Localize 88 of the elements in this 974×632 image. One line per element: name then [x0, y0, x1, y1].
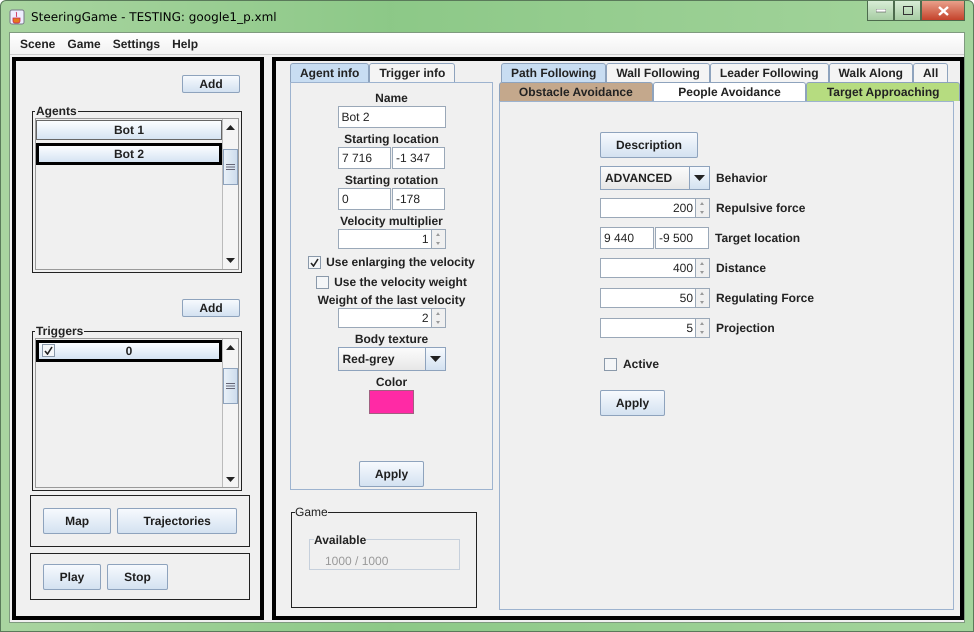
number-field[interactable]: 0: [338, 188, 391, 210]
up-arrow-icon[interactable]: [226, 344, 235, 350]
menu-item[interactable]: Scene: [14, 36, 62, 50]
description-button[interactable]: Description: [600, 132, 698, 158]
caret-icon: [430, 356, 440, 362]
tab[interactable]: All: [913, 63, 948, 82]
apply-button[interactable]: Apply: [359, 461, 424, 487]
scrollbar[interactable]: [222, 119, 238, 269]
number-field[interactable]: 9 440: [600, 227, 654, 249]
field-label: Behavior: [716, 171, 768, 185]
spinner-field[interactable]: 50: [600, 288, 710, 308]
spinner-field[interactable]: 1: [338, 229, 446, 249]
dropdown[interactable]: Red-grey: [338, 347, 446, 371]
checkbox-label: Use enlarging the velocity: [326, 255, 475, 269]
down-arrow-icon[interactable]: [226, 258, 235, 264]
group-title: Game: [295, 505, 328, 519]
checkbox[interactable]: [308, 256, 322, 268]
maximize-icon: [902, 6, 912, 15]
java-cup-icon: [9, 8, 25, 24]
available-title: Available: [314, 533, 366, 547]
tab[interactable]: Trigger info: [369, 63, 456, 82]
tab[interactable]: Leader Following: [710, 63, 829, 82]
close-icon: [938, 6, 948, 16]
window-title: SteeringGame - TESTING: google1_p.xml: [31, 10, 277, 24]
checkbox[interactable]: [316, 276, 330, 288]
spinner-arrows[interactable]: [430, 230, 444, 248]
minimize-icon: [876, 8, 886, 12]
number-field[interactable]: -1 347: [392, 147, 445, 169]
spinner-field[interactable]: 5: [600, 318, 710, 338]
add-button[interactable]: Add: [182, 75, 240, 93]
view-button[interactable]: Map: [43, 508, 112, 534]
minimize-button[interactable]: [867, 1, 894, 21]
spinner-field[interactable]: 2: [338, 308, 446, 328]
spinner-field[interactable]: 200: [600, 198, 710, 218]
add-button[interactable]: Add: [182, 299, 240, 317]
field-label: Regulating Force: [716, 291, 814, 305]
field-label: Weight of the last velocity: [318, 293, 466, 308]
number-field[interactable]: -9 500: [655, 227, 709, 249]
tab[interactable]: Obstacle Avoidance: [499, 82, 653, 101]
spinner-field[interactable]: 400: [600, 258, 710, 278]
field-label: Body texture: [354, 332, 428, 347]
field-label: Starting rotation: [344, 173, 438, 188]
group-title: Agents: [35, 104, 78, 118]
up-arrow-icon[interactable]: [226, 124, 235, 130]
field-label: Distance: [716, 261, 766, 275]
tab[interactable]: Walk Along: [828, 63, 913, 82]
text-field[interactable]: Bot 2: [338, 106, 446, 128]
tab[interactable]: Wall Following: [606, 63, 710, 82]
dropdown[interactable]: ADVANCED: [600, 166, 710, 190]
run-button[interactable]: Play: [43, 564, 101, 590]
menu-item[interactable]: Help: [166, 36, 204, 50]
agent-item[interactable]: Bot 2: [36, 143, 222, 165]
agent-item[interactable]: Bot 1: [36, 120, 222, 140]
field-label: Color: [376, 375, 408, 390]
field-label: Projection: [716, 321, 775, 335]
checkbox[interactable]: [604, 358, 617, 370]
group-title: Triggers: [35, 324, 84, 338]
number-field[interactable]: -178: [392, 188, 445, 210]
close-button[interactable]: [921, 1, 965, 21]
view-button[interactable]: Trajectories: [117, 508, 237, 534]
field-label: Velocity multiplier: [340, 214, 443, 229]
tab[interactable]: People Avoidance: [652, 82, 806, 101]
trigger-item[interactable]: 0: [36, 340, 222, 362]
trigger-label: 0: [126, 344, 132, 358]
field-label: Starting location: [344, 132, 439, 147]
apply-button[interactable]: Apply: [600, 390, 665, 416]
scrollbar[interactable]: [222, 339, 238, 487]
run-button[interactable]: Stop: [107, 564, 168, 590]
caret-icon: [694, 175, 705, 181]
field-label: Name: [375, 91, 408, 106]
checkbox-label: Active: [623, 357, 660, 371]
checkbox-label: Use the velocity weight: [334, 275, 467, 289]
menu-item[interactable]: Game: [61, 36, 107, 50]
grip-icon: [226, 383, 235, 389]
checkbox[interactable]: [42, 344, 55, 357]
tab[interactable]: Target Approaching: [806, 82, 960, 101]
maximize-button[interactable]: [894, 1, 921, 21]
color-swatch[interactable]: [369, 390, 414, 414]
grip-icon: [226, 164, 235, 170]
tab[interactable]: Agent info: [290, 63, 370, 82]
spinner-arrows[interactable]: [430, 309, 444, 327]
field-label: Target location: [715, 231, 800, 245]
number-field[interactable]: 7 716: [338, 147, 391, 169]
available-value: 1000 / 1000: [325, 554, 388, 568]
tab[interactable]: Path Following: [501, 63, 606, 82]
menu-item[interactable]: Settings: [106, 36, 166, 50]
down-arrow-icon[interactable]: [226, 476, 235, 482]
field-label: Repulsive force: [716, 201, 806, 215]
